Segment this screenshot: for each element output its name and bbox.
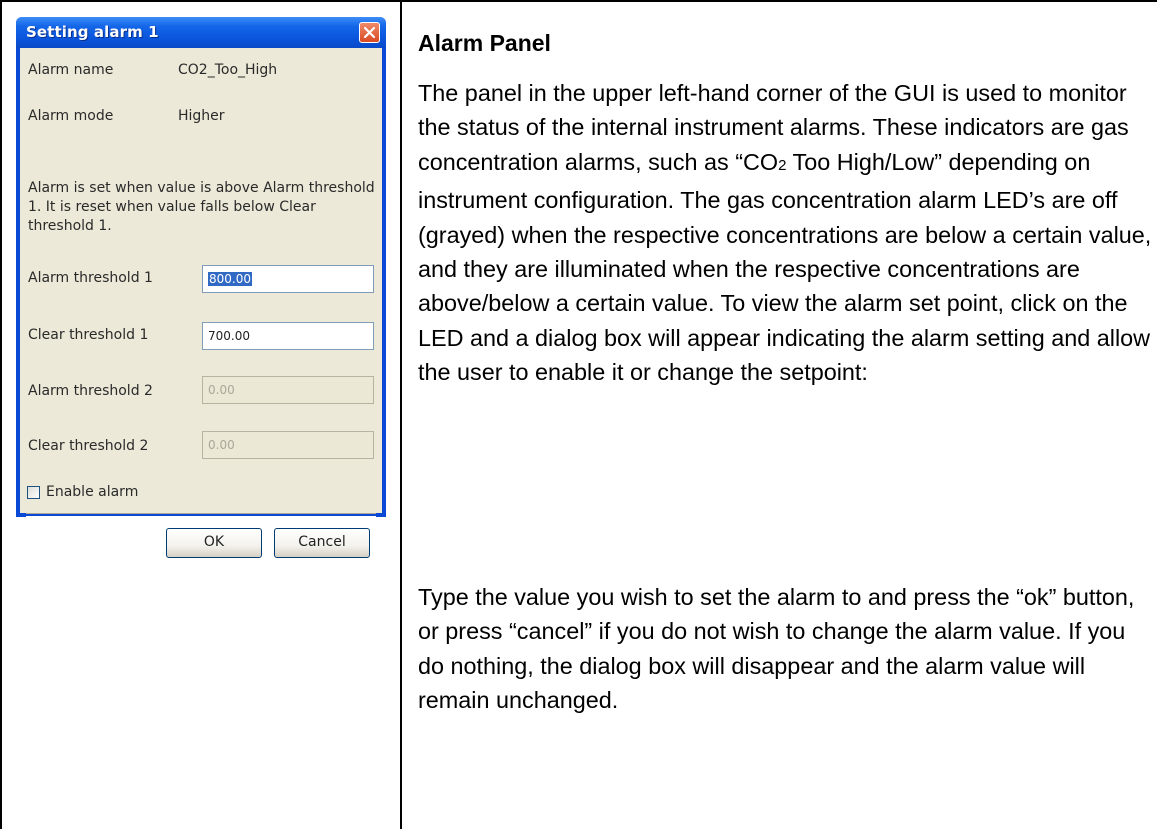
alarm-threshold-2-input: 0.00 bbox=[202, 376, 374, 404]
alarm-threshold-1-value: 800.00 bbox=[208, 272, 252, 286]
alarm-threshold-1-input[interactable]: 800.00 bbox=[202, 265, 374, 293]
clear-threshold-2-value: 0.00 bbox=[208, 438, 235, 452]
dialog-titlebar[interactable]: Setting alarm 1 bbox=[16, 17, 386, 48]
alarm-mode-value: Higher bbox=[178, 108, 225, 124]
alarm-mode-label: Alarm mode bbox=[28, 108, 114, 124]
setting-alarm-dialog: Setting alarm 1 Alarm name CO2_Too_High … bbox=[16, 17, 386, 558]
enable-alarm-checkbox[interactable] bbox=[27, 486, 40, 499]
clear-threshold-2-label: Clear threshold 2 bbox=[28, 438, 149, 454]
clear-threshold-1-value: 700.00 bbox=[208, 329, 250, 343]
alarm-threshold-2-value: 0.00 bbox=[208, 383, 235, 397]
enable-alarm-label[interactable]: Enable alarm bbox=[46, 484, 138, 500]
alarm-description: Alarm is set when value is above Alarm t… bbox=[28, 180, 375, 234]
paragraph-text-end: Too High/Low” depending on instrument co… bbox=[418, 148, 1152, 386]
close-icon bbox=[363, 26, 376, 39]
clear-threshold-1-input[interactable]: 700.00 bbox=[202, 322, 374, 350]
clear-threshold-2-input: 0.00 bbox=[202, 431, 374, 459]
table-border-top bbox=[0, 0, 1157, 2]
table-border-left bbox=[0, 0, 2, 829]
document-table: Setting alarm 1 Alarm name CO2_Too_High … bbox=[0, 0, 1157, 829]
dialog-title: Setting alarm 1 bbox=[26, 23, 159, 41]
alarm-name-label: Alarm name bbox=[28, 62, 114, 78]
table-column-divider bbox=[400, 0, 402, 829]
alarm-name-value: CO2_Too_High bbox=[178, 62, 278, 78]
alarm-threshold-2-label: Alarm threshold 2 bbox=[28, 383, 153, 399]
clear-threshold-1-label: Clear threshold 1 bbox=[28, 327, 149, 343]
dialog-body: Alarm name CO2_Too_High Alarm mode Highe… bbox=[20, 48, 382, 558]
cancel-button[interactable]: Cancel bbox=[274, 528, 370, 558]
paragraph-alarm-panel: The panel in the upper left-hand corner … bbox=[418, 76, 1153, 390]
ok-button[interactable]: OK bbox=[166, 528, 262, 558]
dialog-divider bbox=[26, 513, 376, 517]
alarm-threshold-1-label: Alarm threshold 1 bbox=[28, 270, 153, 286]
section-heading: Alarm Panel bbox=[418, 30, 551, 56]
close-button[interactable] bbox=[359, 22, 380, 43]
paragraph-instructions: Type the value you wish to set the alarm… bbox=[418, 584, 1135, 714]
